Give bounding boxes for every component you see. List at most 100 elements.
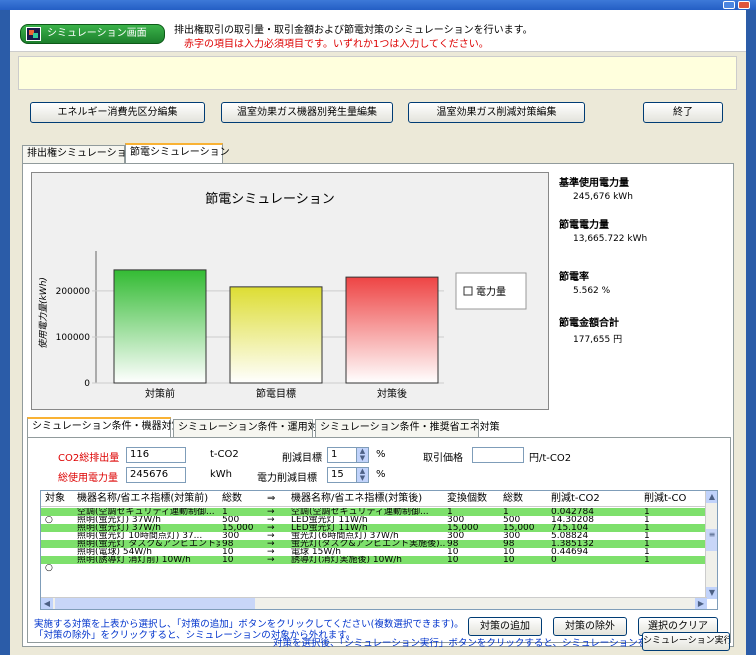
vertical-scrollbar[interactable]: ▲ ≡ ▼ <box>705 491 717 599</box>
table-row[interactable]: 照明(誘導灯 消灯前) 10W/h 10 → 誘導灯(消灯実施後) 10W/h 10 10… <box>41 556 707 564</box>
col-reduce-co2-2: 削減t-CO <box>644 493 687 504</box>
chart-panel: 節電シミュレーション 0 100000 200000 使用電力量(kWh) 対策前 節電目標… <box>31 172 549 410</box>
table-cell: 15,000 <box>503 524 535 532</box>
power-target-label: 電力削減目標 <box>257 473 317 484</box>
table-cell: 照明(蛍光灯 10時間点灯) 37... <box>77 532 203 540</box>
bar-対策前 <box>113 269 207 384</box>
table-row[interactable]: ○ 照明(蛍光灯) 37W/h 500 → LED蛍光灯 11W/h 300 500 14.3… <box>41 516 707 524</box>
exit-button[interactable]: 終了 <box>643 102 723 123</box>
window-titlebar <box>0 0 756 10</box>
table-cell: 10 <box>447 548 459 556</box>
table-cell: 1 <box>447 508 453 516</box>
table-cell: 300 <box>222 532 240 540</box>
table-cell: 1 <box>644 556 650 564</box>
measures-table: 対象 機器名称/省エネ指標(対策前) 総数 ⇒ 機器名称/省エネ指標(対策後) … <box>40 490 718 610</box>
total-power-input[interactable]: 245676 <box>126 467 186 483</box>
col-count-after: 総数 <box>503 493 523 504</box>
scroll-right-icon[interactable]: ▶ <box>695 598 707 609</box>
header-panel: シミュレーション画面 排出権取引の取引量・取引金額および節電対策のシミュレーショ… <box>10 10 746 52</box>
table-cell: 1 <box>644 516 650 524</box>
x-tick-label: 対策前 <box>145 387 175 400</box>
trade-price-input[interactable] <box>472 447 524 463</box>
reduction-target-stepper[interactable]: 1 ▲ ▼ <box>327 447 369 463</box>
bar-chart: 節電シミュレーション 0 100000 200000 使用電力量(kWh) 対策前 節電目標… <box>38 192 527 400</box>
app-logo-icon <box>26 27 41 41</box>
spinner-icon[interactable]: ▲ ▼ <box>356 448 368 462</box>
col-target: 対象 <box>45 493 65 504</box>
tab-power-saving-simulation[interactable]: 節電シミュレーション <box>125 143 230 163</box>
ghg-reduction-edit-button[interactable]: 温室効果ガス削減対策編集 <box>408 102 585 123</box>
table-row[interactable]: 空調(空調セキュリティ連動制御... 1 → 空調(空調セキュリティ連動制御... 1 1… <box>41 508 707 516</box>
hscroll-thumb[interactable] <box>55 598 255 609</box>
table-cell: 誘導灯(消灯実施後) 10W/h <box>291 556 402 564</box>
table-row[interactable]: 照明(蛍光灯 タスク&アンビエント実... 98 → 蛍光灯(タスク&アンビエント実施… <box>41 540 707 548</box>
table-cell: 10 <box>222 548 234 556</box>
chart-title: 節電シミュレーション <box>205 192 334 207</box>
table-row[interactable]: 照明(蛍光灯 10時間点灯) 37... 300 → 蛍光灯(6時間点灯) 37W/h… <box>41 532 707 540</box>
saving-rate-value: 5.562 % <box>573 286 611 296</box>
close-button[interactable] <box>738 1 750 9</box>
table-cell: 空調(空調セキュリティ連動制御... <box>77 508 215 516</box>
minimize-button[interactable] <box>723 1 735 9</box>
energy-category-edit-button[interactable]: エネルギー消費先区分編集 <box>30 102 205 123</box>
table-header: 対象 機器名称/省エネ指標(対策前) 総数 ⇒ 機器名称/省エネ指標(対策後) … <box>41 491 707 507</box>
scroll-up-icon[interactable]: ▲ <box>706 491 717 503</box>
col-count-before: 総数 <box>222 493 242 504</box>
power-target-value: 15 <box>331 469 344 480</box>
saving-power-label: 節電電力量 <box>559 220 609 231</box>
table-cell: 1.385132 <box>551 540 594 548</box>
col-convert-count: 変換個数 <box>447 493 487 504</box>
table-cell: 1 <box>644 508 650 516</box>
scroll-down-icon[interactable]: ▼ <box>706 587 717 599</box>
table-cell: 照明(誘導灯 消灯前) 10W/h <box>77 556 191 564</box>
table-cell: 1 <box>644 548 650 556</box>
power-target-stepper[interactable]: 15 ▲ ▼ <box>327 467 369 483</box>
saving-rate-label: 節電率 <box>559 272 589 283</box>
table-cell: 0.042784 <box>551 508 594 516</box>
table-cell: 300 <box>447 516 465 524</box>
scroll-thumb[interactable]: ≡ <box>706 529 717 551</box>
y-tick-label: 100000 <box>56 333 91 343</box>
table-cell: 蛍光灯(6時間点灯) 37W/h <box>291 532 399 540</box>
spinner-icon[interactable]: ▲ ▼ <box>356 468 368 482</box>
legend-swatch <box>463 286 473 296</box>
table-cell: 1 <box>644 540 650 548</box>
tab-operation-measures[interactable]: シミュレーション条件・運用対策 <box>173 419 328 437</box>
ghg-device-edit-button[interactable]: 温室効果ガス機器別発生量編集 <box>221 102 393 123</box>
scroll-left-icon[interactable]: ◀ <box>41 598 53 609</box>
horizontal-scrollbar[interactable]: ◀ ▶ <box>41 597 707 609</box>
tab-emission-simulation[interactable]: 排出権シミュレーション <box>22 145 137 163</box>
power-target-percent: % <box>376 469 386 480</box>
trade-price-label: 取引価格 <box>423 453 463 464</box>
table-row[interactable]: 照明(電球) 54W/h 10 → 電球 15W/h 10 10 0.44694 1 <box>41 548 707 556</box>
table-cell: ○ <box>45 516 53 524</box>
table-cell: 電球 15W/h <box>291 548 341 556</box>
x-tick-label: 節電目標 <box>256 387 296 400</box>
table-cell: 98 <box>447 540 459 548</box>
table-cell: 98 <box>503 540 515 548</box>
table-cell: LED蛍光灯 11W/h <box>291 516 368 524</box>
footer: 対策を選択後、「シミュレーション実行」ボタンをクリックすると、シミュレーションを… <box>10 630 746 655</box>
y-tick-label: 200000 <box>56 287 91 297</box>
col-reduce-co2: 削減t-CO2 <box>551 493 600 504</box>
total-power-label: 総使用電力量 <box>58 473 118 484</box>
table-cell: 10 <box>503 556 515 564</box>
base-power-value: 245,676 kWh <box>573 192 633 202</box>
tab-device-measures[interactable]: シミュレーション条件・機器対策 <box>27 417 182 437</box>
co2-total-input[interactable]: 116 <box>126 447 186 463</box>
table-cell: → <box>267 532 275 540</box>
run-simulation-button[interactable]: シミュレーション実行 <box>642 632 730 651</box>
table-row[interactable]: 照明(蛍光灯) 37W/h 15,000 → LED蛍光灯 11W/h 15,000 15… <box>41 524 707 532</box>
reduction-target-label: 削減目標 <box>282 453 322 464</box>
x-tick-label: 対策後 <box>377 387 407 400</box>
table-cell: 0 <box>551 556 557 564</box>
tab-recommended-measures[interactable]: シミュレーション条件・推奨省エネ対策 <box>315 419 500 437</box>
col-device-before: 機器名称/省エネ指標(対策前) <box>77 493 209 504</box>
simulation-badge: シミュレーション画面 <box>20 24 165 44</box>
power-unit: kWh <box>210 469 233 480</box>
power-saving-pane: 節電シミュレーション 0 100000 200000 使用電力量(kWh) 対策前 節電目標… <box>22 163 734 647</box>
table-row[interactable]: ○ <box>41 564 707 572</box>
saving-amount-value: 177,655 円 <box>573 335 623 345</box>
y-tick-label: 0 <box>84 379 90 389</box>
trade-price-unit: 円/t-CO2 <box>529 453 572 464</box>
